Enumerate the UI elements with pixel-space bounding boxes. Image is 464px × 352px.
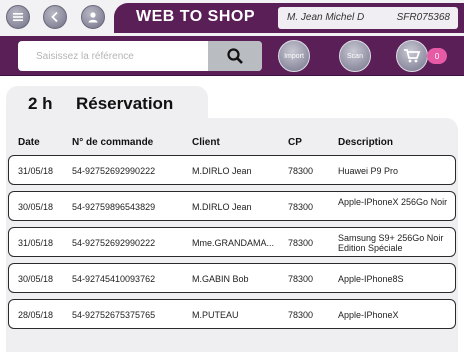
section-title: Réservation [76,94,174,113]
row-description: Samsung S9+ 256Go Noir Edition Spéciale [338,233,444,253]
scan-label: Scan [347,52,363,60]
row-client: M.GABIN Bob [192,274,249,284]
menu-icon [13,13,23,21]
column-header-order: N° de commande [72,137,154,148]
import-label: Import [284,52,304,60]
row-description: Apple-IPhoneX 256Go Noir [338,197,448,207]
row-order-number: 54-92752692990222 [72,166,156,176]
row-date: 31/05/18 [18,238,54,248]
back-button[interactable] [43,5,67,29]
row-date: 30/05/18 [18,202,54,212]
top-bar: WEB TO SHOP M. Jean Michel D SFR075368 [0,0,464,36]
app-title: WEB TO SHOP [136,8,255,25]
import-button[interactable]: Import [278,40,310,72]
table-row[interactable]: 30/05/18 54-92745410093762 M.GABIN Bob 7… [8,263,456,293]
search-button[interactable] [208,41,262,71]
row-cp: 78300 [288,310,314,320]
cart-count-badge: 0 [427,48,447,64]
row-order-number: 54-92752692990222 [72,238,156,248]
search-field [18,41,262,71]
row-cp: 78300 [288,202,314,212]
cart-icon [404,49,421,63]
section-tab: 2 h Réservation [6,86,208,122]
table-row[interactable]: 28/05/18 54-92752675375765 M.PUTEAU 7830… [8,299,456,329]
brand-banner: WEB TO SHOP M. Jean Michel D SFR075368 [114,3,464,33]
table-row[interactable]: 31/05/18 54-92752692990222 M.DIRLO Jean … [8,155,456,185]
search-icon [227,48,243,64]
row-order-number: 54-92759896543829 [72,202,156,212]
row-description: Apple-IPhone8S [338,274,404,284]
search-bar: Import Scan 0 [0,36,464,76]
row-client: M.DIRLO Jean [192,166,252,176]
user-button[interactable] [81,5,105,29]
back-icon [51,11,58,23]
column-header-cp: CP [288,137,302,148]
menu-button[interactable] [6,5,30,29]
row-description: Apple-IPhoneX [338,310,399,320]
row-client: M.DIRLO Jean [192,202,252,212]
app-root: WEB TO SHOP M. Jean Michel D SFR075368 I… [0,0,464,352]
row-cp: 78300 [288,274,314,284]
section-time: 2 h [28,94,53,113]
row-client: Mme.GRANDAMA... [192,238,275,248]
row-date: 30/05/18 [18,274,54,284]
row-description: Huawei P9 Pro [338,166,399,176]
column-header-description: Description [338,137,394,148]
column-header-client: Client [192,137,220,148]
table-row[interactable]: 31/05/18 54-92752692990222 Mme.GRANDAMA.… [8,227,456,257]
user-info-box: M. Jean Michel D SFR075368 [278,7,458,29]
column-header-date: Date [18,137,40,148]
row-date: 31/05/18 [18,166,54,176]
panel-bottom [6,340,458,352]
search-input[interactable] [18,41,206,71]
table-row[interactable]: 30/05/18 54-92759896543829 M.DIRLO Jean … [8,191,456,221]
row-date: 28/05/18 [18,310,54,320]
user-name: M. Jean Michel D [287,12,365,23]
user-icon [88,12,98,23]
store-code: SFR075368 [396,12,450,23]
row-order-number: 54-92752675375765 [72,310,156,320]
row-client: M.PUTEAU [192,310,239,320]
scan-button[interactable]: Scan [339,40,371,72]
cart-button[interactable] [396,40,428,72]
row-cp: 78300 [288,238,314,248]
row-order-number: 54-92745410093762 [72,274,156,284]
row-cp: 78300 [288,166,314,176]
